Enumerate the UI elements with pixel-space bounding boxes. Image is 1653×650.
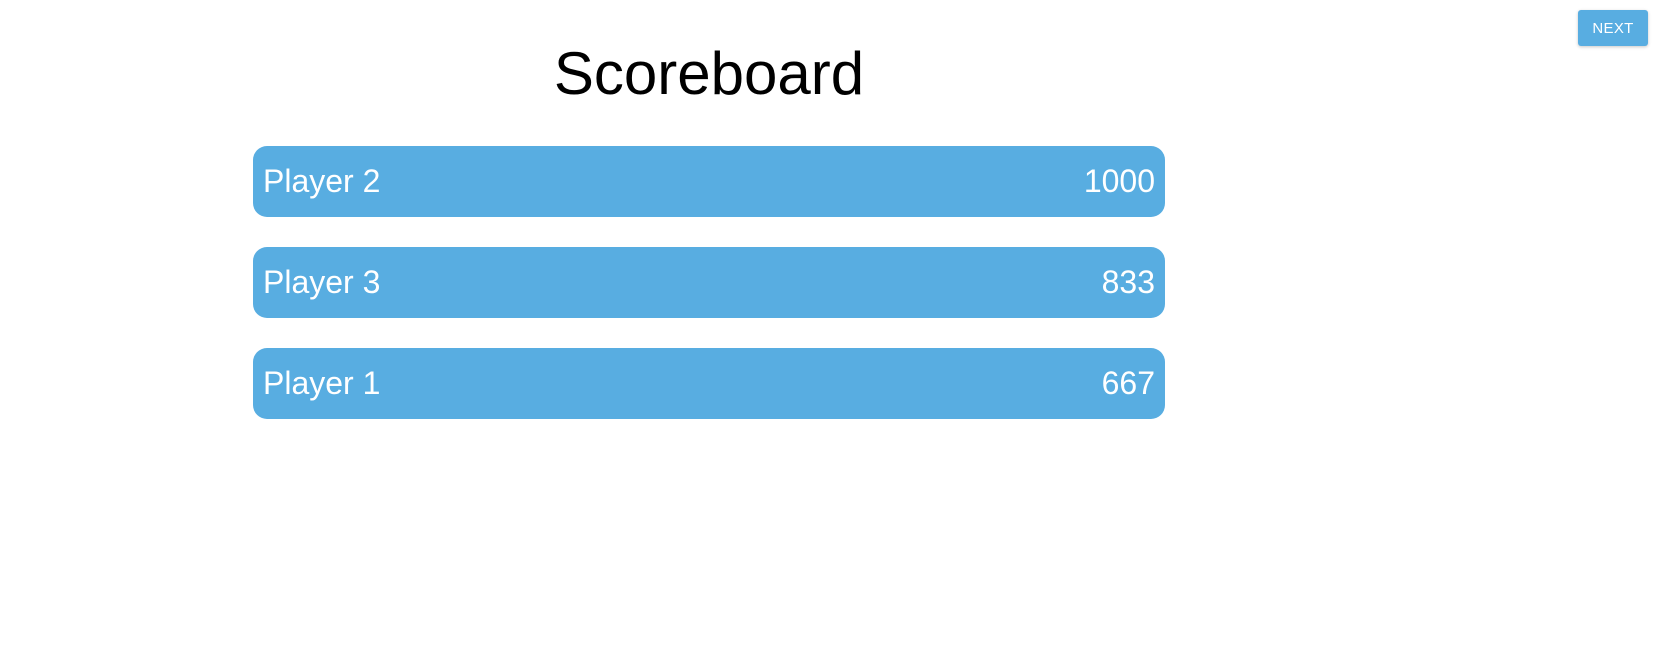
scoreboard-row: Player 3 833 — [253, 247, 1165, 318]
player-name: Player 3 — [263, 264, 381, 300]
next-button[interactable]: NEXT — [1578, 10, 1648, 46]
player-name: Player 1 — [263, 365, 381, 401]
player-name: Player 2 — [263, 163, 381, 199]
scoreboard-row: Player 2 1000 — [253, 146, 1165, 217]
player-score: 833 — [1101, 264, 1155, 300]
scoreboard-row: Player 1 667 — [253, 348, 1165, 419]
page-title: Scoreboard — [553, 40, 865, 107]
scoreboard-list: Player 2 1000 Player 3 833 Player 1 667 — [253, 146, 1165, 449]
player-score: 667 — [1101, 365, 1155, 401]
player-score: 1000 — [1083, 163, 1155, 199]
